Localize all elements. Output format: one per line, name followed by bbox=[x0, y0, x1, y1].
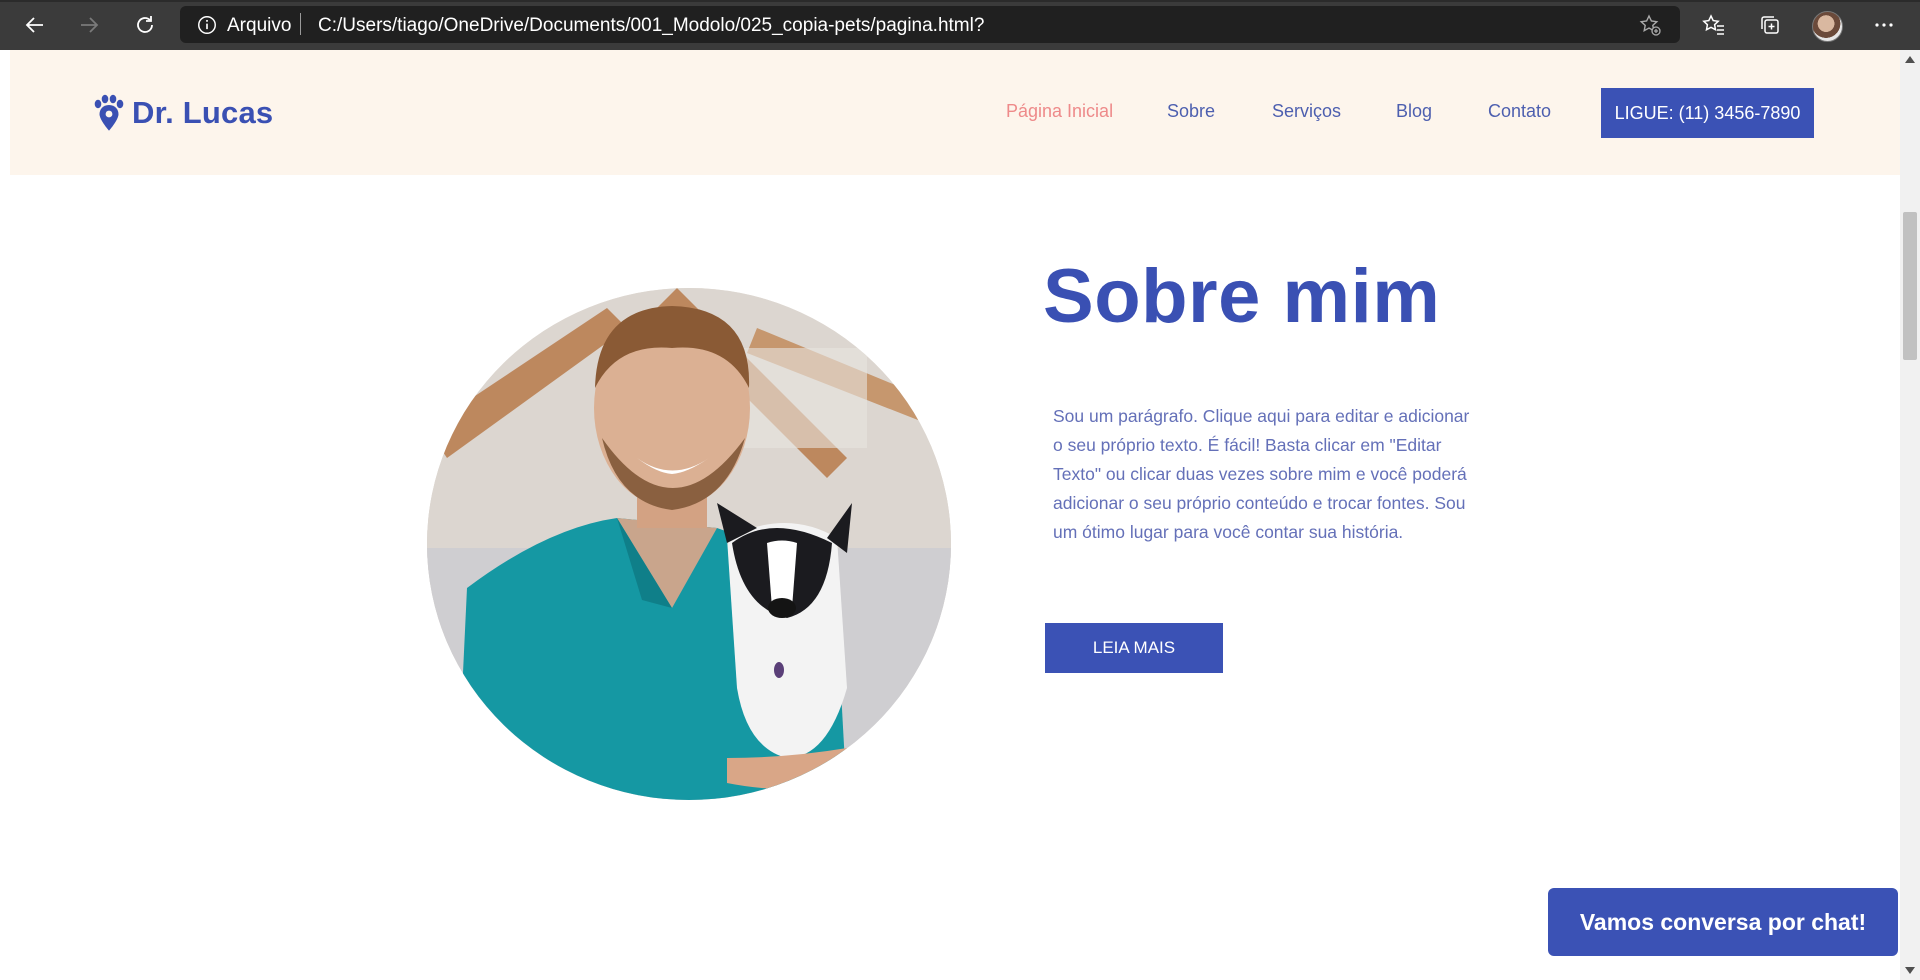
nav-home[interactable]: Página Inicial bbox=[1006, 101, 1113, 122]
vet-with-dog-photo bbox=[427, 288, 951, 800]
nav-blog[interactable]: Blog bbox=[1396, 101, 1432, 122]
url-text[interactable]: C:/Users/tiago/OneDrive/Documents/001_Mo… bbox=[318, 15, 984, 37]
address-label: Arquivo bbox=[227, 15, 292, 36]
more-dots-icon bbox=[1875, 23, 1893, 27]
nav-contact[interactable]: Contato bbox=[1488, 101, 1551, 122]
page-viewport: Dr. Lucas Página Inicial Sobre Serviços … bbox=[0, 50, 1900, 980]
settings-menu-button[interactable] bbox=[1870, 11, 1898, 39]
call-button[interactable]: LIGUE: (11) 3456-7890 bbox=[1601, 88, 1814, 138]
site-header: Dr. Lucas Página Inicial Sobre Serviços … bbox=[10, 50, 1900, 175]
favorites-button[interactable] bbox=[1700, 11, 1728, 39]
collections-button[interactable] bbox=[1756, 11, 1784, 39]
nav-services[interactable]: Serviços bbox=[1272, 101, 1341, 122]
nav-about[interactable]: Sobre bbox=[1167, 101, 1215, 122]
back-button[interactable] bbox=[18, 9, 52, 41]
page-scrollbar[interactable] bbox=[1900, 50, 1920, 980]
reload-button[interactable] bbox=[128, 9, 162, 41]
profile-avatar[interactable] bbox=[1812, 11, 1843, 42]
tab-strip-edge bbox=[0, 0, 1920, 2]
forward-arrow-icon bbox=[81, 17, 99, 33]
read-more-button[interactable]: LEIA MAIS bbox=[1045, 623, 1223, 673]
chat-button[interactable]: Vamos conversa por chat! bbox=[1548, 888, 1898, 956]
about-paragraph: Sou um parágrafo. Clique aqui para edita… bbox=[1053, 406, 1470, 542]
add-favorite-icon[interactable] bbox=[1638, 13, 1662, 37]
back-arrow-icon bbox=[25, 17, 43, 33]
site-logo[interactable]: Dr. Lucas bbox=[92, 94, 273, 132]
address-separator bbox=[300, 13, 301, 35]
browser-toolbar: Arquivo C:/Users/tiago/OneDrive/Document… bbox=[0, 0, 1920, 50]
scroll-thumb[interactable] bbox=[1903, 212, 1917, 360]
logo-text: Dr. Lucas bbox=[132, 95, 274, 130]
info-icon[interactable] bbox=[196, 14, 218, 36]
scroll-up-arrow-icon[interactable] bbox=[1905, 56, 1915, 63]
scroll-down-arrow-icon[interactable] bbox=[1905, 967, 1915, 974]
forward-button[interactable] bbox=[72, 9, 106, 41]
section-title: Sobre mim bbox=[1043, 254, 1441, 339]
reload-icon bbox=[137, 16, 153, 33]
favorites-star-icon bbox=[1702, 14, 1724, 35]
paw-pin-icon bbox=[94, 94, 124, 131]
address-bar[interactable]: Arquivo C:/Users/tiago/OneDrive/Document… bbox=[180, 6, 1680, 43]
collections-icon bbox=[1761, 16, 1779, 34]
